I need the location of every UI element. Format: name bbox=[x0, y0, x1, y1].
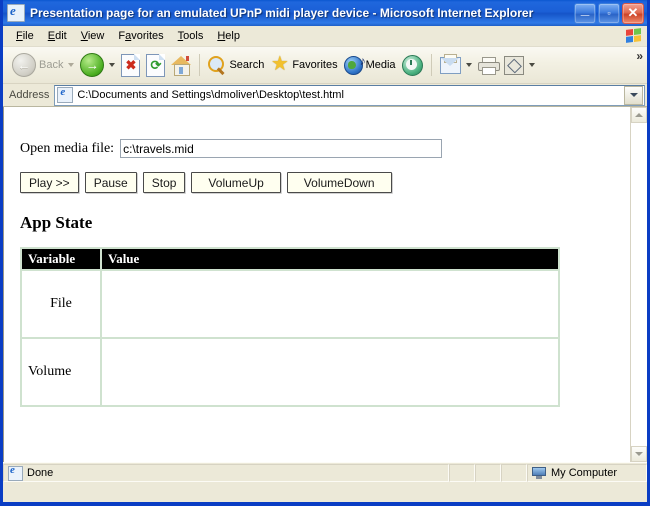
chevron-down-icon bbox=[629, 93, 638, 97]
search-label: Search bbox=[229, 59, 265, 71]
minimize-icon: _ bbox=[580, 0, 590, 18]
window-title: Presentation page for an emulated UPnP m… bbox=[30, 6, 534, 20]
my-computer-icon bbox=[532, 467, 546, 479]
title-bar: Presentation page for an emulated UPnP m… bbox=[3, 0, 647, 26]
table-row: Volume bbox=[20, 337, 560, 407]
status-pane-3 bbox=[501, 464, 527, 482]
chevron-down-icon[interactable] bbox=[109, 63, 116, 67]
media-button[interactable]: ♪ Media bbox=[341, 50, 399, 80]
maximize-icon: ▫ bbox=[607, 7, 611, 18]
volume-down-button[interactable]: VolumeDown bbox=[286, 172, 392, 193]
maximize-button[interactable]: ▫ bbox=[598, 2, 620, 24]
back-button[interactable]: ← Back bbox=[9, 50, 77, 80]
address-dropdown-button[interactable] bbox=[624, 85, 643, 105]
security-zone: My Computer bbox=[527, 464, 647, 482]
menu-item-tools[interactable]: Tools bbox=[171, 28, 211, 44]
cell-value-file bbox=[100, 269, 560, 339]
open-file-row: Open media file: bbox=[20, 107, 631, 158]
ie-document-icon bbox=[7, 3, 25, 22]
favorites-button[interactable]: ★ Favorites bbox=[267, 50, 340, 80]
windows-flag-icon bbox=[623, 27, 643, 44]
address-bar: Address C:\Documents and Settings\dmoliv… bbox=[3, 84, 647, 107]
security-zone-text: My Computer bbox=[551, 467, 618, 479]
status-bar: Done My Computer bbox=[3, 462, 647, 483]
stop-button[interactable]: Stop bbox=[142, 172, 186, 193]
menu-item-help[interactable]: Help bbox=[210, 28, 247, 44]
chevron-down-icon[interactable] bbox=[465, 63, 472, 67]
media-file-input[interactable] bbox=[120, 139, 443, 158]
chevron-up-icon bbox=[635, 113, 643, 117]
chevron-down-icon[interactable] bbox=[528, 63, 535, 67]
media-label: Media bbox=[365, 59, 396, 71]
star-icon: ★ bbox=[270, 53, 289, 75]
app-state-table: Variable Value File Volume bbox=[20, 247, 560, 407]
scroll-down-button[interactable] bbox=[631, 446, 647, 462]
history-button[interactable] bbox=[399, 50, 426, 80]
chevron-down-icon[interactable] bbox=[68, 63, 75, 67]
home-icon bbox=[171, 56, 192, 76]
toolbar-separator bbox=[430, 54, 432, 76]
minimize-button[interactable]: _ bbox=[574, 0, 596, 24]
menu-bar: File Edit View Favorites Tools Help bbox=[3, 26, 647, 47]
column-header-value: Value bbox=[100, 247, 560, 271]
play-button[interactable]: Play >> bbox=[20, 172, 79, 193]
printer-icon bbox=[477, 56, 500, 75]
print-button[interactable] bbox=[475, 50, 501, 80]
cell-variable-volume: Volume bbox=[20, 337, 102, 407]
toolbar-separator bbox=[199, 54, 201, 76]
history-icon bbox=[401, 54, 423, 76]
page-content: Open media file: Play >> Pause Stop Volu… bbox=[3, 107, 647, 462]
back-label: Back bbox=[39, 59, 64, 71]
window-controls: _ ▫ ✕ bbox=[574, 0, 644, 24]
open-media-file-label: Open media file: bbox=[20, 140, 115, 156]
forward-arrow-icon: → bbox=[80, 53, 105, 77]
mail-icon bbox=[439, 53, 461, 74]
favorites-label: Favorites bbox=[292, 59, 338, 71]
edit-page-icon bbox=[503, 55, 524, 75]
home-button[interactable] bbox=[168, 50, 194, 80]
document-body: Open media file: Play >> Pause Stop Volu… bbox=[4, 107, 647, 407]
edit-button[interactable] bbox=[501, 50, 538, 80]
refresh-button[interactable]: ⟳ bbox=[143, 50, 168, 80]
browser-window: Presentation page for an emulated UPnP m… bbox=[0, 0, 650, 506]
status-pane-1 bbox=[449, 464, 475, 482]
status-text: Done bbox=[27, 467, 54, 479]
cell-value-volume bbox=[100, 337, 560, 407]
pause-button[interactable]: Pause bbox=[84, 172, 137, 193]
search-icon bbox=[208, 56, 226, 75]
transport-button-row: Play >> Pause Stop VolumeUp VolumeDown bbox=[20, 172, 631, 193]
cell-variable-file: File bbox=[20, 269, 102, 339]
media-globe-icon: ♪ bbox=[343, 55, 366, 75]
ie-document-icon bbox=[8, 464, 23, 481]
address-value: C:\Documents and Settings\dmoliver\Deskt… bbox=[77, 89, 344, 101]
refresh-icon: ⟳ bbox=[146, 53, 166, 77]
volume-up-button[interactable]: VolumeUp bbox=[191, 172, 281, 193]
scroll-up-button[interactable] bbox=[631, 107, 647, 123]
table-header-row: Variable Value bbox=[20, 247, 560, 271]
vertical-scrollbar[interactable] bbox=[630, 107, 647, 462]
mail-button[interactable] bbox=[437, 50, 475, 80]
search-button[interactable]: Search bbox=[205, 50, 267, 80]
back-arrow-icon: ← bbox=[12, 53, 36, 77]
forward-button[interactable]: → bbox=[77, 50, 118, 80]
address-input[interactable]: C:\Documents and Settings\dmoliver\Deskt… bbox=[54, 84, 645, 106]
menu-item-file[interactable]: File bbox=[9, 28, 41, 44]
browser-toolbar: ← Back → ✖ ⟳ Search ★ Favorites ♪ Media … bbox=[3, 47, 647, 84]
app-state-heading: App State bbox=[20, 213, 93, 232]
stop-button[interactable]: ✖ bbox=[118, 50, 143, 80]
menu-item-view[interactable]: View bbox=[74, 28, 112, 44]
chevron-down-icon bbox=[635, 452, 643, 456]
table-row: File bbox=[20, 269, 560, 339]
toolbar-overflow-button[interactable]: » bbox=[636, 49, 643, 63]
status-message: Done bbox=[3, 464, 449, 482]
ie-document-icon bbox=[57, 86, 74, 103]
column-header-variable: Variable bbox=[20, 247, 102, 271]
menu-item-edit[interactable]: Edit bbox=[41, 28, 74, 44]
stop-icon: ✖ bbox=[121, 53, 141, 77]
menu-item-favorites[interactable]: Favorites bbox=[111, 28, 170, 44]
close-button[interactable]: ✕ bbox=[622, 2, 644, 24]
close-icon: ✕ bbox=[627, 4, 639, 20]
status-pane-2 bbox=[475, 464, 501, 482]
address-label: Address bbox=[9, 89, 50, 101]
